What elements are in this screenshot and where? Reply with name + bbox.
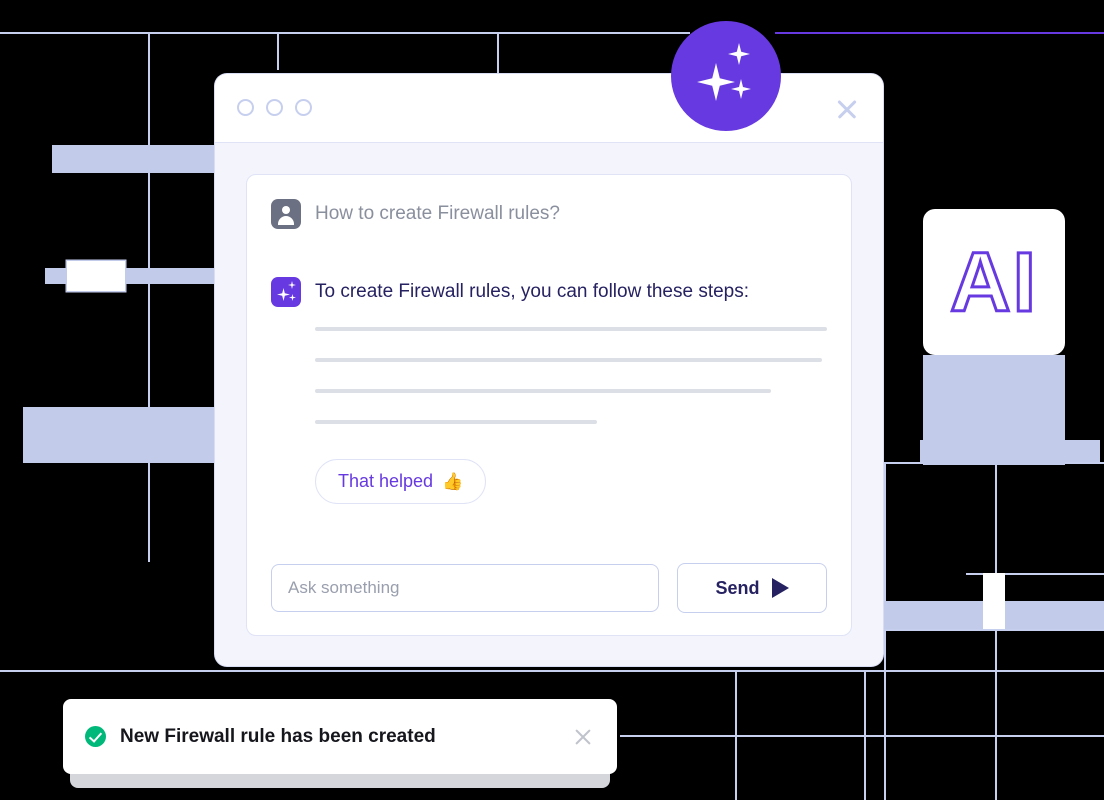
thumbs-up-icon: 👍 <box>442 471 464 491</box>
bg-line-v-1 <box>148 34 150 562</box>
sparkle-small-icon-1 <box>728 43 750 65</box>
close-icon[interactable] <box>833 95 861 123</box>
window-titlebar <box>215 74 883 143</box>
bg-white-block-2 <box>983 573 1005 629</box>
skeleton-line <box>315 389 771 393</box>
ai-sparkles-badge <box>671 21 781 131</box>
sparkle-icon-b <box>288 281 296 289</box>
ai-assistant-window: How to create Firewall rules? To create … <box>215 74 883 666</box>
bg-line-v-r1 <box>884 462 886 800</box>
bg-line-top-left <box>0 32 690 34</box>
send-button-label: Send <box>715 577 760 598</box>
user-message-text: How to create Firewall rules? <box>315 203 560 224</box>
that-helped-label: That helped <box>338 471 434 491</box>
toast-message: New Firewall rule has been created <box>120 725 436 747</box>
bg-line-v-b1 <box>735 670 737 800</box>
window-traffic-lights <box>237 99 312 116</box>
ai-card-plinth <box>923 355 1065 465</box>
check-circle-icon <box>85 726 106 747</box>
skeleton-line <box>315 358 822 362</box>
window-dot-3[interactable] <box>295 99 312 116</box>
ask-input[interactable] <box>271 564 659 612</box>
skeleton-line <box>315 420 597 424</box>
answer-skeleton <box>315 327 827 451</box>
skeleton-line <box>315 327 827 331</box>
send-button[interactable]: Send <box>677 563 827 613</box>
sparkle-icon-c <box>289 294 296 301</box>
bg-white-block-1 <box>67 261 125 291</box>
bg-line-v-3 <box>497 34 499 74</box>
bg-line-v-b3 <box>995 670 997 800</box>
conversation-panel: How to create Firewall rules? To create … <box>246 174 852 636</box>
bg-bar-3 <box>23 407 238 463</box>
success-toast: New Firewall rule has been created <box>63 699 617 774</box>
bg-line-h-bottom-2 <box>620 735 1104 737</box>
user-message: How to create Firewall rules? <box>271 199 827 229</box>
bg-line-v-b2 <box>864 670 866 800</box>
sparkle-large-icon <box>697 63 735 101</box>
that-helped-button[interactable]: That helped 👍 <box>315 459 487 504</box>
illustration-canvas: AI How to create Firewall rules? To crea… <box>0 0 1104 800</box>
message-composer: Send <box>271 563 827 613</box>
sparkles-icon <box>271 277 301 307</box>
bg-line-top-right <box>775 32 1104 34</box>
person-icon-body <box>278 216 294 225</box>
bg-line-v-2 <box>277 34 279 70</box>
bg-line-h-bottom-1 <box>0 670 1104 672</box>
bg-line-h-r3 <box>884 629 1104 631</box>
person-icon <box>271 199 301 229</box>
window-dot-2[interactable] <box>266 99 283 116</box>
ai-card-label: AI <box>949 235 1038 329</box>
assistant-message: To create Firewall rules, you can follow… <box>271 277 827 307</box>
close-icon[interactable] <box>571 725 595 749</box>
window-body: How to create Firewall rules? To create … <box>215 143 883 666</box>
person-icon-head <box>282 206 290 214</box>
sparkle-icon-a <box>277 288 290 301</box>
ai-card: AI <box>923 209 1065 355</box>
window-dot-1[interactable] <box>237 99 254 116</box>
assistant-message-text: To create Firewall rules, you can follow… <box>315 281 750 302</box>
send-arrow-icon <box>771 578 789 598</box>
